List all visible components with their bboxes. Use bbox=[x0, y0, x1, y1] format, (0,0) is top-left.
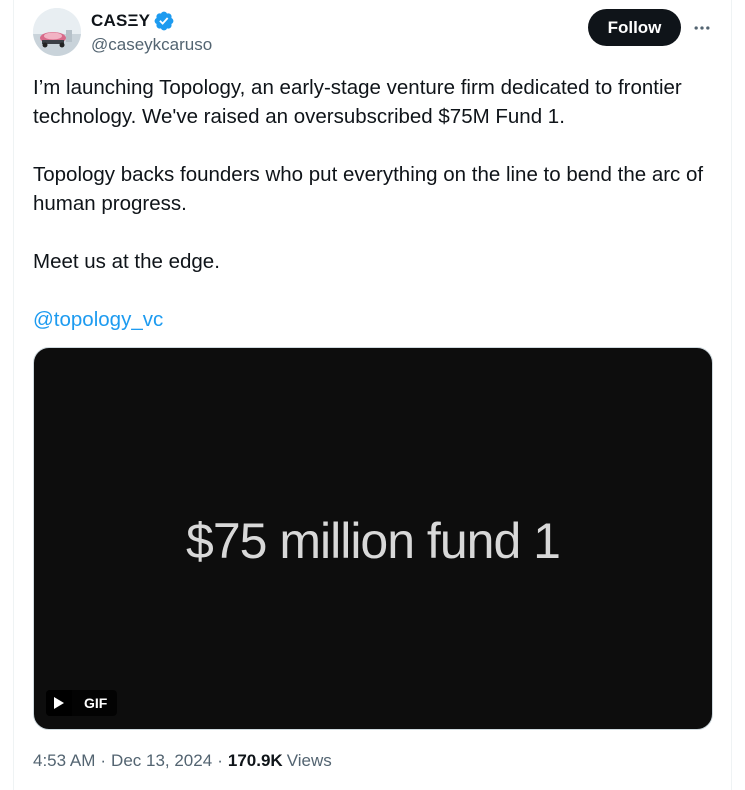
meta-separator: · bbox=[217, 751, 223, 770]
tweet-paragraph: Topology backs founders who put everythi… bbox=[33, 163, 704, 215]
views-label: Views bbox=[286, 751, 332, 770]
tweet-meta: 4:53 AM · Dec 13, 2024 · 170.9K Views bbox=[33, 751, 332, 771]
author-display-name[interactable]: CASΞY bbox=[91, 11, 150, 31]
play-icon bbox=[46, 690, 72, 716]
verified-badge-icon bbox=[153, 10, 175, 32]
author-handle[interactable]: @caseykcaruso bbox=[91, 35, 212, 55]
gif-badge[interactable]: GIF bbox=[46, 690, 118, 716]
tweet-date[interactable]: Dec 13, 2024 bbox=[111, 751, 212, 771]
more-horizontal-icon bbox=[694, 26, 710, 30]
tweet-paragraph: Meet us at the edge. bbox=[33, 250, 220, 273]
meta-separator: · bbox=[100, 751, 107, 770]
gif-media[interactable]: $75 million fund 1 GIF bbox=[33, 347, 713, 730]
more-options-button[interactable] bbox=[687, 13, 717, 43]
tweet-paragraph: I’m launching Topology, an early-stage v… bbox=[33, 76, 682, 128]
follow-button[interactable]: Follow bbox=[588, 9, 681, 46]
mention-link[interactable]: @topology_vc bbox=[33, 308, 163, 331]
avatar[interactable] bbox=[33, 8, 81, 56]
avatar-image bbox=[33, 8, 81, 56]
gif-label: GIF bbox=[84, 695, 108, 711]
gif-caption-text: $75 million fund 1 bbox=[186, 512, 561, 569]
tweet-time[interactable]: 4:53 AM bbox=[33, 751, 95, 771]
author-name-row[interactable]: CASΞY bbox=[91, 10, 175, 32]
views-count[interactable]: 170.9K bbox=[228, 751, 283, 771]
tweet-text: I’m launching Topology, an early-stage v… bbox=[33, 73, 723, 334]
